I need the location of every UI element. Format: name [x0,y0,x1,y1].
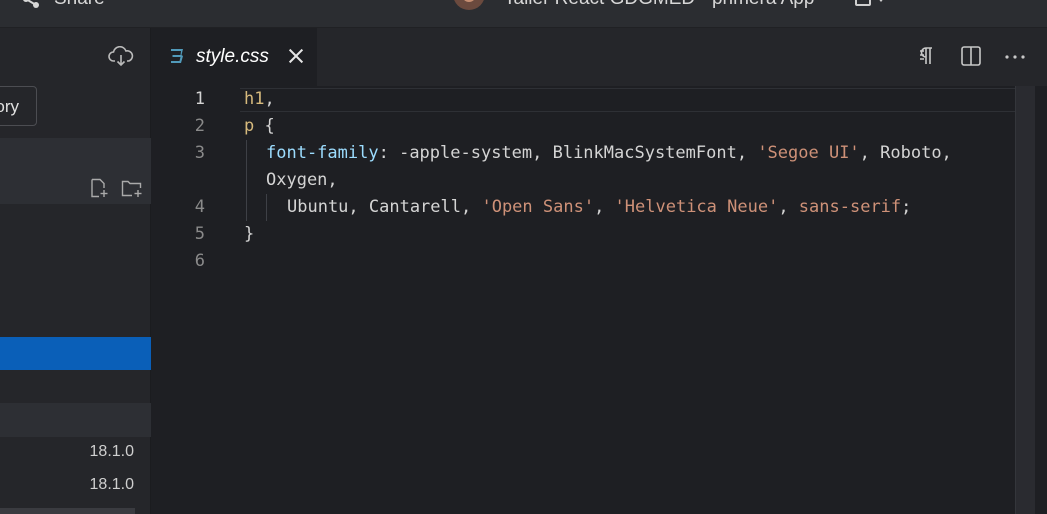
new-folder-icon[interactable] [121,179,143,198]
current-line-highlight [240,88,1016,112]
punctuation: , [594,197,615,217]
punctuation: { [254,116,275,136]
tab-style-css[interactable]: style.css [151,28,317,86]
cloud-download-icon[interactable] [108,46,134,68]
share-label: Share [54,0,105,10]
css-file-icon [171,49,183,63]
title-bar: Share Taller React GDGMED - primera App [0,0,1047,28]
punctuation: , [264,89,275,109]
punctuation: ; [901,197,912,217]
line-number: 5 [194,224,205,244]
share-icon [23,0,39,8]
history-button[interactable]: ory [0,86,37,126]
code-line-2: p { [244,116,275,136]
editor-scrollbar[interactable] [1015,86,1035,514]
code-line-1: h1, [244,89,275,109]
css-keyword: sans-serif [798,197,902,217]
close-icon[interactable] [288,48,304,64]
code-line-3: font-family: -apple-system, BlinkMacSyst… [266,143,952,163]
css-value: , Roboto, [859,143,952,163]
pilcrow-icon[interactable] [917,45,935,67]
css-value: Oxygen, [266,170,338,190]
share-button[interactable]: Share [22,0,105,10]
tab-bar: style.css [151,28,1047,86]
indent-guide [246,140,247,221]
indent-guide [266,194,267,221]
dependencies-section-header[interactable] [0,403,151,437]
window-title: Taller React GDGMED - primera App [504,0,814,10]
dependency-version: 18.1.0 [89,476,134,493]
new-file-icon[interactable] [89,178,109,198]
code-editor[interactable]: 1 2 3 4 5 6 h1, p { font-family: -apple-… [151,86,1047,514]
avatar[interactable] [453,0,485,10]
split-editor-icon[interactable] [960,45,982,67]
css-string: 'Helvetica Neue' [614,197,779,217]
avatar-face [462,0,476,2]
line-number: 6 [194,251,205,271]
history-button-label: ory [0,97,19,116]
css-selector: p [244,116,255,136]
punctuation: , [778,197,799,217]
selected-file-row[interactable] [0,337,151,370]
css-value: -apple-system, BlinkMacSystemFont, [399,143,758,163]
layout-menu-button[interactable] [855,0,885,6]
code-line-3-wrap: Oxygen, [266,170,338,190]
code-line-4: Ubuntu, Cantarell, 'Open Sans', 'Helveti… [287,197,911,217]
editor-right-edge [1035,86,1047,514]
line-number: 2 [194,116,205,136]
line-number: 1 [194,89,205,109]
layout-icon [855,0,871,6]
css-value: Ubuntu, Cantarell, [287,197,482,217]
css-string: 'Open Sans' [481,197,595,217]
line-number: 4 [194,197,205,217]
sidebar-scrollbar[interactable] [0,508,135,514]
code-line-5: } [244,224,254,244]
line-number: 3 [194,143,205,163]
chevron-down-icon [877,0,885,2]
sidebar: ory 18.1.0 18.1.0 [0,28,151,514]
css-string: 'Segoe UI' [757,143,860,163]
punctuation: : [378,143,400,163]
more-actions-icon[interactable] [1003,45,1027,67]
punctuation: } [244,224,255,244]
css-selector: h1 [244,89,265,109]
dependency-version: 18.1.0 [89,443,134,460]
css-property: font-family [266,143,379,163]
tab-label: style.css [196,46,269,67]
